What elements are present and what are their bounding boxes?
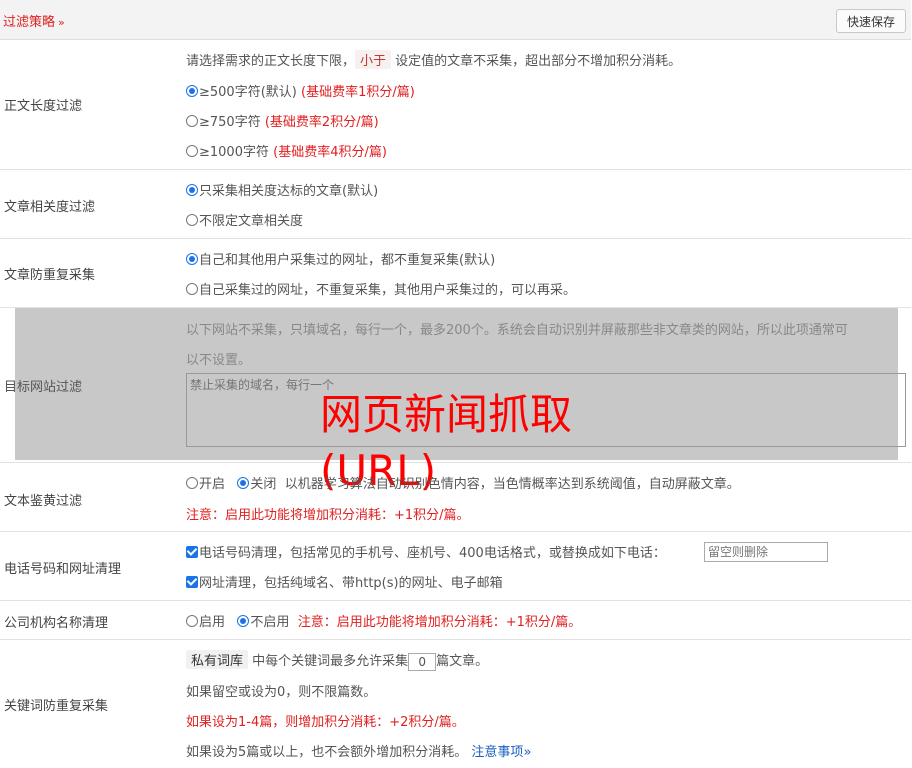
quick-save-button[interactable]: 快速保存: [836, 9, 906, 33]
url-clean-option[interactable]: 网址清理，包括纯域名、带http(s)的网址、电子邮箱: [186, 572, 503, 591]
radio-button[interactable]: [186, 184, 198, 196]
relevance-option-qualified[interactable]: 只采集相关度达标的文章(默认): [186, 180, 378, 199]
porn-filter-note: 注意：启用此功能将增加积分消耗：+1积分/篇。: [186, 508, 470, 523]
keyword-dedup-label: 关键词防重复采集: [4, 699, 109, 714]
site-filter-label: 目标网站过滤: [4, 380, 83, 395]
length-filter-label: 正文长度过滤: [4, 99, 83, 114]
porn-filter-label: 文本鉴黄过滤: [4, 494, 83, 509]
porn-filter-options: 开启 关闭 以机器学习算法自动识别色情内容，当色情概率达到系统阈值，自动屏蔽文章…: [186, 473, 740, 492]
radio-button[interactable]: [237, 477, 250, 489]
dedup-option-all[interactable]: 自己和其他用户采集过的网址，都不重复采集(默认): [186, 249, 495, 268]
length-filter-row: 正文长度过滤 请选择需求的正文长度下限， 小于 设定值的文章不采集，超出部分不增加…: [0, 40, 911, 170]
dedup-label: 文章防重复采集: [4, 268, 96, 283]
porn-filter-row: 文本鉴黄过滤 开启 关闭 以机器学习算法自动识别色情内容，当色情概率达到系统阈值…: [0, 463, 911, 532]
chevron-down-icon: »: [58, 16, 65, 29]
less-than-tag: 小于: [355, 50, 392, 69]
keyword-dedup-row: 关键词防重复采集 私有词库 中每个关键词最多允许采集篇文章。 如果留空或设为0，…: [0, 640, 911, 768]
radio-button[interactable]: [186, 85, 198, 97]
radio-button[interactable]: [186, 253, 198, 265]
radio-button[interactable]: [186, 115, 198, 127]
keyword-dedup-line4: 如果设为5篇或以上，也不会额外增加积分消耗。 注意事项»: [186, 745, 532, 760]
radio-button[interactable]: [237, 615, 250, 627]
chevron-down-icon: »: [523, 745, 532, 760]
org-clean-label: 公司机构名称清理: [4, 616, 109, 631]
private-dict-tag[interactable]: 私有词库: [186, 650, 249, 669]
radio-button[interactable]: [186, 145, 198, 157]
length-option-1000[interactable]: ≥1000字符 (基础费率4积分/篇): [186, 141, 387, 160]
org-clean-disable[interactable]: 不启用: [237, 615, 289, 630]
phone-clean-option[interactable]: 电话号码清理，包括常见的手机号、座机号、400电话格式，或替换成如下电话：: [186, 542, 666, 561]
site-filter-desc-line1: 以下网站不采集，只填域名，每行一个，最多200个。系统会自动识别并屏蔽那些非文章…: [186, 323, 848, 338]
keyword-dedup-line2: 如果留空或设为0，则不限篇数。: [186, 685, 377, 700]
keyword-dedup-line1: 私有词库 中每个关键词最多允许采集篇文章。: [186, 650, 488, 671]
dedup-option-self[interactable]: 自己采集过的网址，不重复采集，其他用户采集过的，可以再采。: [186, 279, 576, 298]
max-articles-input[interactable]: [408, 652, 437, 671]
notice-link[interactable]: 注意事项»: [471, 745, 531, 760]
section-title[interactable]: 过滤策略»: [3, 11, 65, 30]
radio-button[interactable]: [186, 615, 198, 627]
radio-button[interactable]: [186, 214, 198, 226]
length-option-750[interactable]: ≥750字符 (基础费率2积分/篇): [186, 111, 379, 130]
dedup-row: 文章防重复采集 自己和其他用户采集过的网址，都不重复采集(默认) 自己采集过的网…: [0, 239, 911, 308]
length-option-500[interactable]: ≥500字符(默认) (基础费率1积分/篇): [186, 81, 415, 100]
porn-filter-on[interactable]: 开启: [186, 477, 225, 492]
org-clean-options: 启用 不启用 注意：启用此功能将增加积分消耗：+1积分/篇。: [186, 611, 581, 630]
length-filter-desc: 请选择需求的正文长度下限， 小于 设定值的文章不采集，超出部分不增加积分消耗。: [186, 50, 681, 69]
checkbox[interactable]: [186, 546, 198, 558]
site-filter-desc-line2: 以不设置。: [186, 353, 252, 368]
radio-button[interactable]: [186, 477, 198, 489]
replacement-phone-input[interactable]: [704, 542, 828, 562]
radio-button[interactable]: [186, 283, 198, 295]
keyword-dedup-line3: 如果设为1-4篇，则增加积分消耗：+2积分/篇。: [186, 715, 465, 730]
porn-filter-off[interactable]: 关闭: [237, 477, 276, 492]
relevance-option-any[interactable]: 不限定文章相关度: [186, 210, 303, 229]
contact-clean-row: 电话号码和网址清理 电话号码清理，包括常见的手机号、座机号、400电话格式，或替…: [0, 532, 911, 601]
checkbox[interactable]: [186, 576, 198, 588]
org-clean-row: 公司机构名称清理 启用 不启用 注意：启用此功能将增加积分消耗：+1积分/篇。: [0, 601, 911, 640]
org-clean-enable[interactable]: 启用: [186, 615, 225, 630]
relevance-filter-row: 文章相关度过滤 只采集相关度达标的文章(默认) 不限定文章相关度: [0, 170, 911, 239]
contact-clean-label: 电话号码和网址清理: [4, 562, 122, 577]
filter-strategy-header: 过滤策略» 快速保存: [0, 0, 911, 40]
relevance-filter-label: 文章相关度过滤: [4, 200, 96, 215]
